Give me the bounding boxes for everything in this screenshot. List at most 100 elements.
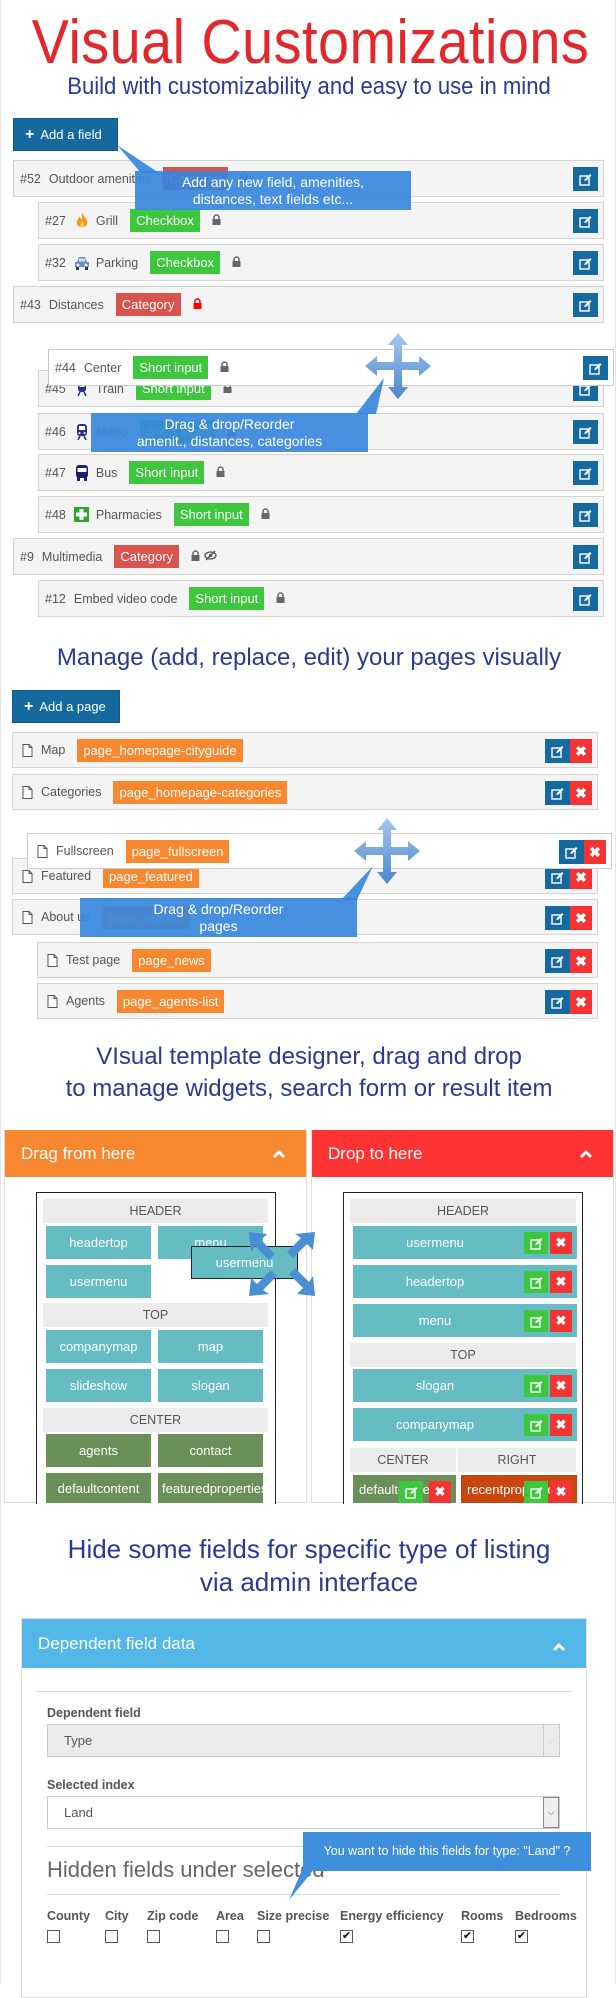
page-row[interactable]: Map page_homepage-cityguide ✖ [12,732,598,768]
edit-button[interactable] [545,990,570,1014]
edit-button[interactable] [573,167,598,191]
delete-button[interactable]: ✖ [550,1375,572,1397]
widget[interactable]: usermenu [46,1265,151,1298]
delete-button[interactable]: ✖ [570,949,592,973]
edit-button[interactable] [524,1481,548,1503]
page-row[interactable]: Categories page_homepage-categories ✖ [12,774,598,810]
chevron-up-icon[interactable] [552,1637,566,1657]
delete-button[interactable]: ✖ [584,840,606,864]
widget[interactable]: defaultcontent [46,1473,151,1503]
edit-button[interactable] [524,1310,548,1332]
hidden-field-checkbox[interactable]: ✔ [515,1930,528,1943]
edit-button[interactable] [573,251,598,275]
field-type-badge: Short input [129,461,205,484]
dependent-panel-header[interactable]: Dependent field data [22,1619,586,1668]
chevron-up-icon[interactable] [272,1144,286,1164]
field-row[interactable]: #12 Embed video code Short input [38,580,604,617]
edit-button[interactable] [573,503,598,527]
delete-button[interactable]: ✖ [570,990,592,1014]
hidden-field-checkbox[interactable] [147,1930,160,1943]
dependent-field-label: Dependent field [47,1706,141,1720]
add-field-button[interactable]: + Add a field [13,118,118,151]
field-name: Center [83,360,122,375]
drop-to-header[interactable]: Drop to here [312,1130,613,1177]
hidden-field-checkbox[interactable]: ✔ [340,1930,353,1943]
field-id: #52 [20,171,41,186]
hidden-field-label: City [105,1909,129,1923]
field-row[interactable]: #32 Parking Checkbox [38,244,604,281]
edit-button[interactable] [545,739,570,763]
drag-from-header[interactable]: Drag from here [5,1130,306,1177]
edit-button[interactable] [573,293,598,317]
edit-button[interactable] [524,1232,548,1254]
widget[interactable]: companymap [46,1330,151,1363]
hidden-field-checkbox[interactable] [257,1930,270,1943]
edit-button[interactable] [573,587,598,611]
widget-label: map [197,1339,224,1354]
edit-button[interactable] [524,1271,548,1293]
widget[interactable]: companymap ✖ [353,1408,577,1441]
widget[interactable]: usermenu ✖ [353,1226,577,1259]
widget[interactable]: defaultcontent✖ [353,1475,456,1503]
chevron-up-icon[interactable] [579,1144,593,1164]
widget[interactable]: slideshow [46,1369,151,1402]
field-row[interactable]: #9 Multimedia Category [13,538,604,575]
field-name: Bus [95,465,118,480]
field-row[interactable]: #43 Distances Category [13,286,604,323]
edit-button[interactable] [399,1481,423,1503]
widget[interactable]: agents [46,1434,151,1467]
edit-button[interactable] [583,356,608,380]
lock-icon [193,297,202,312]
field-row[interactable]: #47 Bus Short input [38,454,604,491]
tooltip-pointer [289,1868,315,1900]
widget[interactable]: slogan [158,1369,263,1402]
page-row[interactable]: Test page page_news ✖ [37,942,598,978]
lock-icon [232,255,241,270]
selected-index-select[interactable]: Land ⌵ [47,1796,560,1829]
edit-button[interactable] [524,1414,548,1436]
pages-section-title: Manage (add, replace, edit) your pages v… [56,644,562,671]
widget[interactable]: headertop ✖ [353,1265,577,1298]
hidden-field-checkbox[interactable] [105,1930,118,1943]
hidden-field-checkbox[interactable]: ✔ [461,1930,474,1943]
delete-button[interactable]: ✖ [550,1271,572,1293]
edit-button[interactable] [524,1375,548,1397]
hidden-field-checkbox[interactable] [47,1930,60,1943]
lock-icon [191,549,200,564]
page-row[interactable]: Fullscreen page_fullscreen ✖ [27,833,612,869]
hidden-fields-heading: Hidden fields under selected [47,1857,325,1882]
widget[interactable]: map [158,1330,263,1363]
widget[interactable]: headertop [46,1226,151,1259]
edit-button[interactable] [545,906,570,930]
page-template-badge: page_homepage-categories [113,780,288,804]
page-row[interactable]: Agents page_agents-list ✖ [37,983,598,1019]
edit-button[interactable] [545,781,570,805]
delete-button[interactable]: ✖ [570,739,592,763]
widget[interactable]: featuredproperties [158,1473,263,1503]
add-page-button[interactable]: + Add a page [12,690,120,723]
hidden-field-checkbox[interactable] [216,1930,229,1943]
edit-button[interactable] [545,949,570,973]
edit-button[interactable] [573,545,598,569]
delete-button[interactable]: ✖ [550,1414,572,1436]
delete-button[interactable]: ✖ [570,906,592,930]
delete-button[interactable]: ✖ [429,1481,451,1503]
edit-button[interactable] [573,461,598,485]
widget[interactable]: contact [158,1434,263,1467]
edit-button[interactable] [559,840,584,864]
dependent-field-select[interactable]: Type ⌵ [47,1724,560,1757]
fire-icon [74,212,90,229]
widget[interactable]: menu ✖ [353,1304,577,1337]
delete-button[interactable]: ✖ [550,1481,572,1503]
edit-button[interactable] [573,420,598,444]
widget[interactable]: slogan ✖ [353,1369,577,1402]
field-row[interactable]: #44 Center Short input [48,349,614,386]
field-row[interactable]: #48 Pharmacies Short input [38,496,604,533]
edit-button[interactable] [573,209,598,233]
lock-icon [261,507,270,522]
delete-button[interactable]: ✖ [570,781,592,805]
file-icon [19,742,35,758]
delete-button[interactable]: ✖ [550,1310,572,1332]
delete-button[interactable]: ✖ [550,1232,572,1254]
widget[interactable]: recentproperties ✖ [461,1475,577,1503]
